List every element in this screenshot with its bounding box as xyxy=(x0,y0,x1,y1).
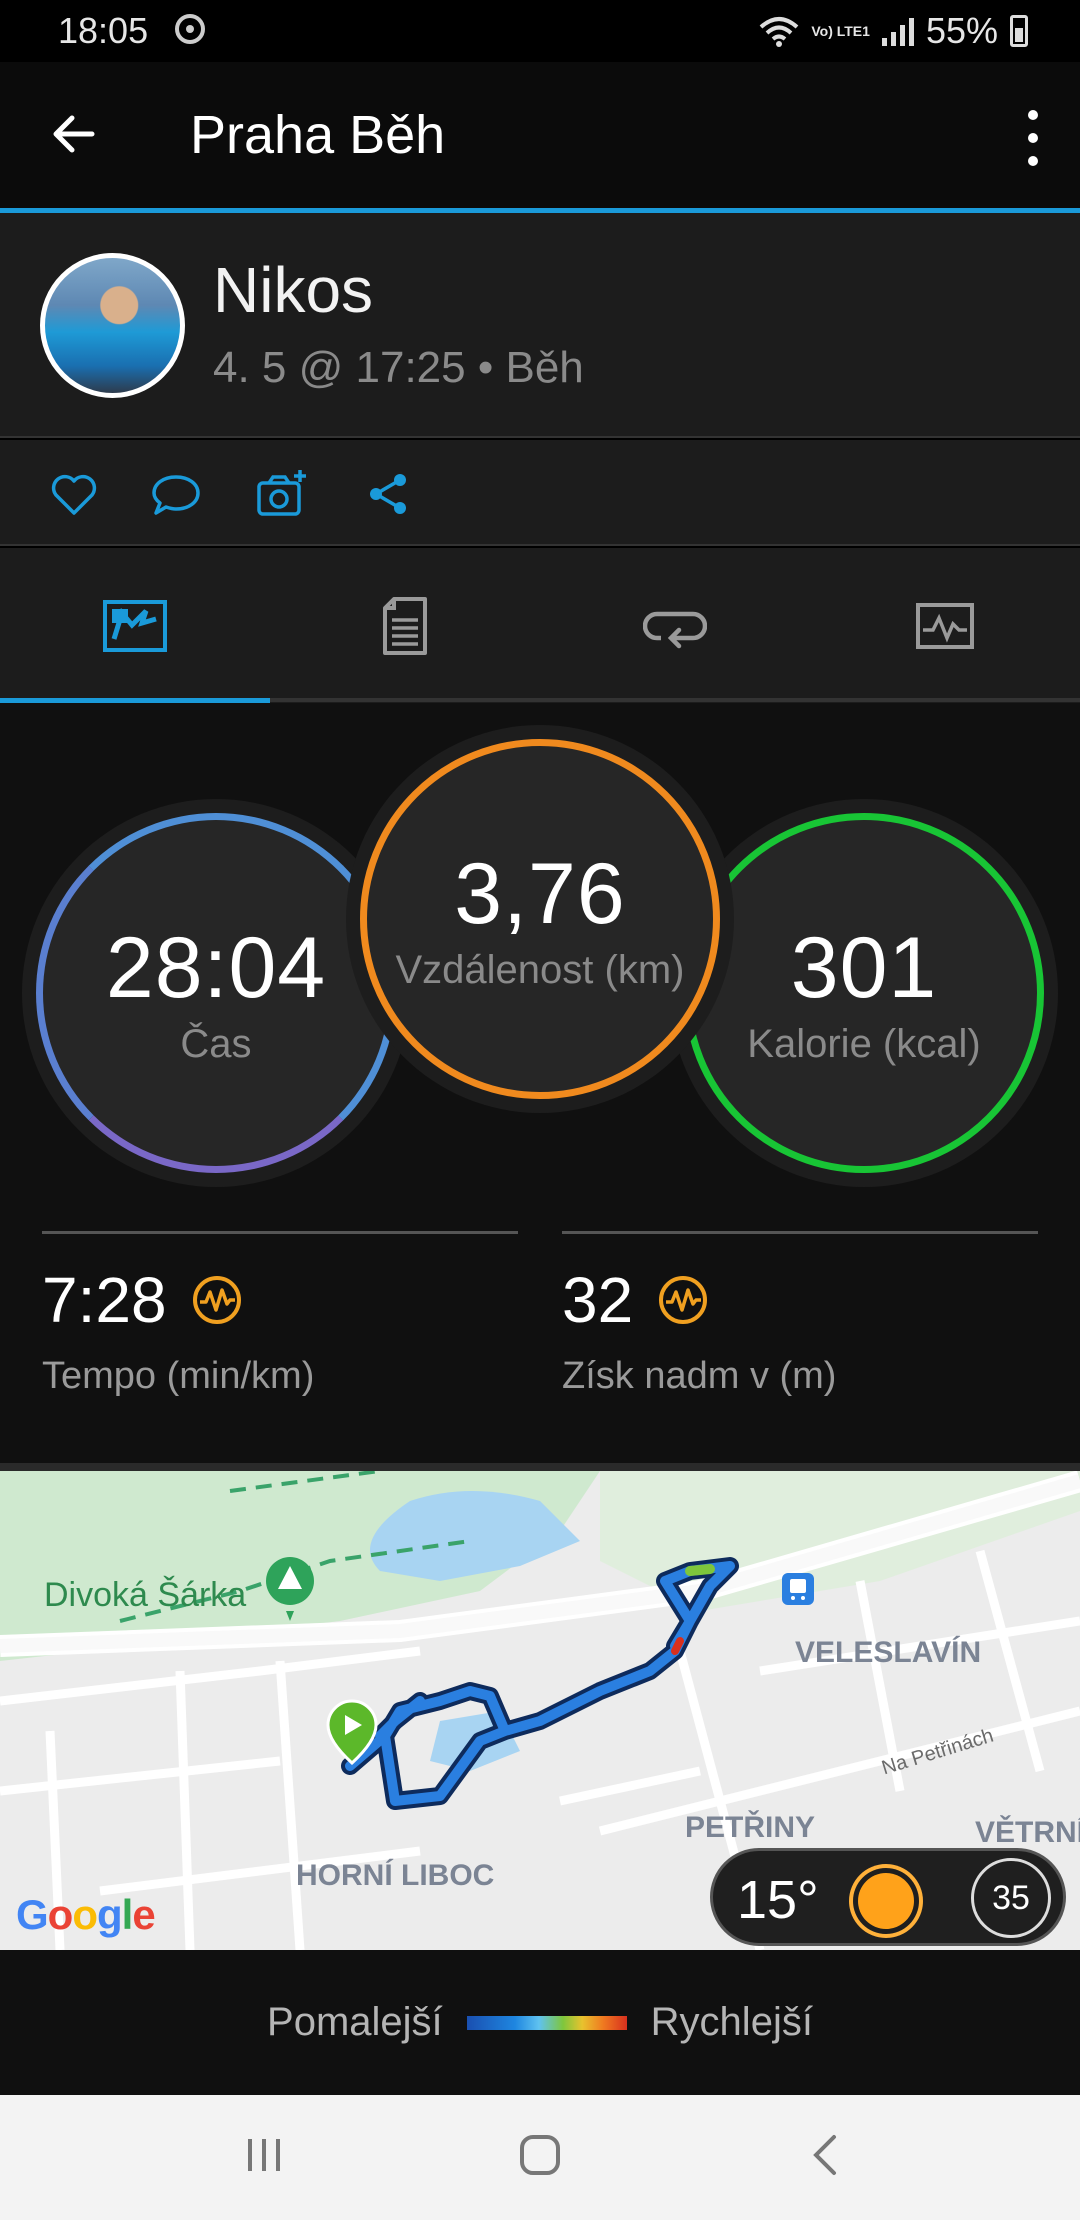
share-icon[interactable] xyxy=(362,468,414,520)
overview-icon xyxy=(103,599,167,652)
pace-value: 7:28 xyxy=(42,1264,167,1336)
map-label-petriny: PETŘINY xyxy=(685,1811,816,1844)
pulse-icon xyxy=(659,1276,708,1324)
elevation-value: 32 xyxy=(562,1264,634,1336)
stats-panel: 28:04 Čas 301 Kalorie (kcal) 3,76 Vzdále… xyxy=(0,703,1080,1463)
wind-speed: 35 xyxy=(971,1858,1051,1938)
user-name[interactable]: Nikos xyxy=(213,253,373,327)
elevation-divider xyxy=(562,1231,1038,1234)
weather-badge[interactable]: 15° 35 xyxy=(710,1848,1066,1946)
page-title: Praha Běh xyxy=(190,105,446,165)
legend-slower: Pomalejší xyxy=(267,2000,443,2044)
system-nav-bar xyxy=(0,2095,1080,2220)
charts-icon xyxy=(916,602,974,649)
speed-gradient-bar xyxy=(466,2015,627,2030)
map-label-park: Divoká Šárka xyxy=(44,1576,247,1614)
calories-label: Kalorie (kcal) xyxy=(747,1022,981,1066)
pulse-icon xyxy=(192,1276,241,1324)
time-label: Čas xyxy=(180,1022,252,1066)
add-photo-icon[interactable] xyxy=(256,468,308,520)
distance-ring: 3,76 Vzdálenost (km) xyxy=(360,739,720,1099)
pace-metric: 7:28 Tempo (min/km) xyxy=(42,1263,314,1398)
status-time: 18:05 xyxy=(58,10,149,51)
elevation-label: Získ nadm v (m) xyxy=(562,1355,837,1397)
map-label-vetrni: VĚTRNÍ xyxy=(975,1816,1080,1849)
map-label-horni-liboc: HORNÍ LIBOC xyxy=(296,1859,495,1892)
home-icon[interactable] xyxy=(510,2125,570,2185)
back-arrow-icon[interactable] xyxy=(48,108,100,160)
activity-header: Nikos 4. 5 @ 17:25 • Běh xyxy=(0,213,1080,438)
laps-icon xyxy=(643,611,707,648)
legend-faster: Rychlejší xyxy=(650,2000,813,2044)
tab-details[interactable] xyxy=(270,548,540,703)
action-row xyxy=(0,440,1080,546)
details-icon xyxy=(383,596,427,655)
tab-indicator-track xyxy=(0,698,1080,703)
wifi-icon xyxy=(760,17,799,47)
time-ring: 28:04 Čas xyxy=(36,813,396,1173)
calories-ring: 301 Kalorie (kcal) xyxy=(684,813,1044,1173)
weather-temp: 15° xyxy=(737,1870,819,1930)
tab-laps[interactable] xyxy=(540,548,810,703)
calories-value: 301 xyxy=(790,920,938,1016)
google-logo: Google xyxy=(16,1891,156,1938)
overflow-menu-icon[interactable] xyxy=(1018,110,1048,166)
distance-label: Vzdálenost (km) xyxy=(395,948,685,992)
heart-icon[interactable] xyxy=(48,468,100,520)
status-icons: Vo) LTE1 55% xyxy=(759,10,1028,52)
pace-divider xyxy=(42,1231,518,1234)
elevation-metric: 32 Získ nadm v (m) xyxy=(562,1263,836,1398)
status-bar: 18:05 Vo) LTE1 55% xyxy=(0,0,1080,62)
activity-tabs xyxy=(0,548,1080,703)
recent-apps-icon[interactable] xyxy=(234,2125,294,2185)
network-label: Vo) LTE1 xyxy=(811,23,870,39)
sync-icon xyxy=(175,14,205,44)
distance-value: 3,76 xyxy=(454,846,626,942)
pace-label: Tempo (min/km) xyxy=(42,1355,315,1397)
signal-icon xyxy=(881,16,914,46)
battery-percent: 55% xyxy=(925,10,998,51)
back-nav-icon[interactable] xyxy=(796,2125,856,2185)
train-station-icon xyxy=(782,1573,814,1605)
avatar[interactable] xyxy=(40,253,185,398)
map-label-veleslavin: VELESLAVÍN xyxy=(795,1636,982,1669)
sun-icon xyxy=(858,1873,914,1929)
tab-overview[interactable] xyxy=(0,548,270,703)
battery-icon xyxy=(1010,15,1028,47)
comment-icon[interactable] xyxy=(150,468,202,520)
app-bar: Praha Běh xyxy=(0,62,1080,210)
speed-legend: Pomalejší Rychlejší xyxy=(0,1950,1080,2095)
route-map[interactable]: Divoká Šárka VELESLAVÍN PETŘINY VĚTRNÍ H… xyxy=(0,1463,1080,1950)
tab-charts[interactable] xyxy=(810,548,1080,703)
time-value: 28:04 xyxy=(105,920,327,1016)
activity-meta: 4. 5 @ 17:25 • Běh xyxy=(213,343,584,392)
